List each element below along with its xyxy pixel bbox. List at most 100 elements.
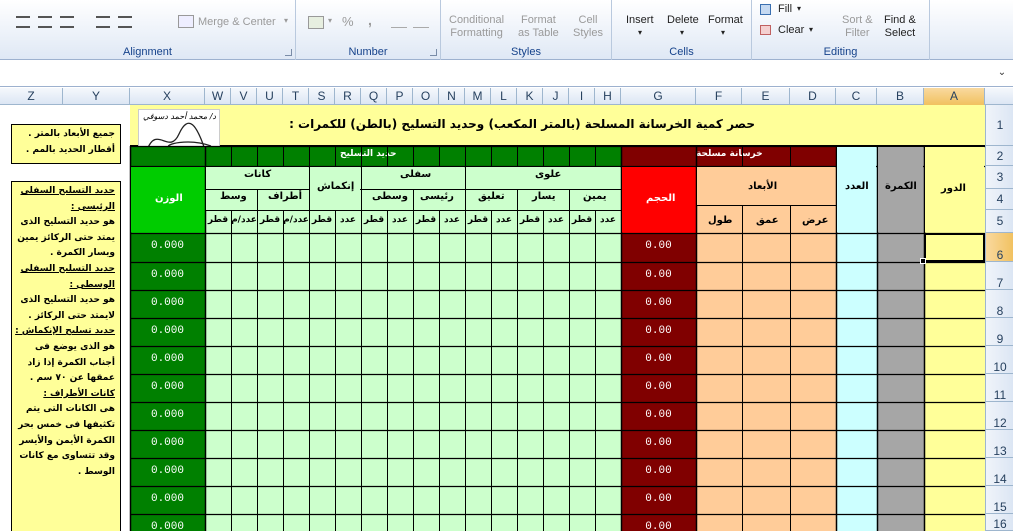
column-header-o[interactable]: O — [413, 88, 439, 105]
delete-button[interactable]: Delete — [667, 14, 699, 26]
row-header-14[interactable]: 14 — [986, 458, 1013, 486]
row-header-5[interactable]: 5 — [986, 210, 1013, 233]
weight-value[interactable]: 0.000 — [130, 353, 205, 365]
fill-dropdown-icon[interactable]: ▾ — [797, 4, 801, 13]
currency-icon[interactable] — [308, 16, 324, 29]
column-header-g[interactable]: G — [621, 88, 696, 105]
column-header-s[interactable]: S — [309, 88, 335, 105]
volume-value[interactable]: 0.00 — [621, 240, 696, 252]
weight-value[interactable]: 0.000 — [130, 381, 205, 393]
column-header-w[interactable]: W — [205, 88, 231, 105]
volume-value[interactable]: 0.00 — [621, 437, 696, 449]
weight-value[interactable]: 0.000 — [130, 325, 205, 337]
decrease-decimal-icon[interactable] — [413, 16, 429, 28]
weight-value[interactable]: 0.000 — [130, 269, 205, 281]
increase-decimal-icon[interactable] — [391, 16, 407, 28]
merge-center-icon[interactable] — [178, 15, 194, 28]
column-header-x[interactable]: X — [130, 88, 205, 105]
weight-value[interactable]: 0.000 — [130, 437, 205, 449]
column-header-i[interactable]: I — [569, 88, 595, 105]
row-header-6[interactable]: 6 — [986, 233, 1013, 262]
column-header-z[interactable]: Z — [0, 88, 63, 105]
weight-value[interactable]: 0.000 — [130, 409, 205, 421]
clear-dropdown-icon[interactable]: ▾ — [809, 25, 813, 34]
insert-dropdown-icon[interactable]: ▾ — [638, 28, 642, 37]
format-dropdown-icon[interactable]: ▾ — [721, 28, 725, 37]
volume-value[interactable]: 0.00 — [621, 381, 696, 393]
column-header-d[interactable]: D — [790, 88, 836, 105]
align-left-icon[interactable] — [16, 16, 30, 28]
formula-bar[interactable]: ⌄ — [0, 60, 1013, 87]
format-button[interactable]: Format — [708, 14, 743, 26]
volume-value[interactable]: 0.00 — [621, 493, 696, 505]
decrease-indent-icon[interactable] — [96, 16, 110, 28]
column-header-t[interactable]: T — [283, 88, 309, 105]
weight-value[interactable]: 0.000 — [130, 297, 205, 309]
weight-value[interactable]: 0.000 — [130, 521, 205, 531]
column-header-b[interactable]: B — [877, 88, 924, 105]
insert-button[interactable]: Insert — [626, 14, 654, 26]
column-header-v[interactable]: V — [231, 88, 257, 105]
row-header-16[interactable]: 16 — [986, 514, 1013, 531]
fill-handle[interactable] — [920, 258, 926, 264]
format-as-table-button[interactable]: Format as Table — [518, 14, 559, 40]
row-header-1[interactable]: 1 — [986, 105, 1013, 146]
column-header-k[interactable]: K — [517, 88, 543, 105]
alignment-launcher-icon[interactable] — [285, 49, 292, 56]
volume-value[interactable]: 0.00 — [621, 297, 696, 309]
delete-dropdown-icon[interactable]: ▾ — [680, 28, 684, 37]
align-right-icon[interactable] — [60, 16, 74, 28]
row-header-8[interactable]: 8 — [986, 290, 1013, 318]
find-select-button[interactable]: Find & Select — [884, 14, 916, 40]
column-header-m[interactable]: M — [465, 88, 491, 105]
conditional-formatting-button[interactable]: Conditional Formatting — [449, 14, 504, 40]
weight-value[interactable]: 0.000 — [130, 465, 205, 477]
column-header-l[interactable]: L — [491, 88, 517, 105]
fill-button[interactable]: Fill — [778, 3, 792, 15]
volume-value[interactable]: 0.00 — [621, 465, 696, 477]
column-header-q[interactable]: Q — [361, 88, 387, 105]
number-launcher-icon[interactable] — [430, 49, 437, 56]
column-header-c[interactable]: C — [836, 88, 877, 105]
column-header-p[interactable]: P — [387, 88, 413, 105]
merge-dropdown-icon[interactable]: ▾ — [284, 16, 288, 25]
volume-value[interactable]: 0.00 — [621, 409, 696, 421]
row-header-2[interactable]: 2 — [986, 146, 1013, 166]
weight-value[interactable]: 0.000 — [130, 493, 205, 505]
column-header-h[interactable]: H — [595, 88, 621, 105]
row-header-4[interactable]: 4 — [986, 189, 1013, 210]
column-header-u[interactable]: U — [257, 88, 283, 105]
cell-styles-button[interactable]: Cell Styles — [573, 14, 603, 40]
column-header-f[interactable]: F — [696, 88, 742, 105]
row-header-13[interactable]: 13 — [986, 430, 1013, 458]
column-header-j[interactable]: J — [543, 88, 569, 105]
row-header-15[interactable]: 15 — [986, 486, 1013, 514]
row-header-10[interactable]: 10 — [986, 346, 1013, 374]
volume-value[interactable]: 0.00 — [621, 325, 696, 337]
column-header-a[interactable]: A — [924, 88, 985, 105]
currency-dropdown-icon[interactable]: ▾ — [328, 16, 332, 25]
align-center-icon[interactable] — [38, 16, 52, 28]
percent-button[interactable]: % — [342, 14, 354, 29]
column-header-e[interactable]: E — [742, 88, 790, 105]
sort-filter-button[interactable]: Sort & Filter — [842, 14, 873, 40]
volume-value[interactable]: 0.00 — [621, 353, 696, 365]
active-cell[interactable] — [924, 233, 985, 262]
column-header-y[interactable]: Y — [63, 88, 130, 105]
volume-value[interactable]: 0.00 — [621, 521, 696, 531]
row-header-12[interactable]: 12 — [986, 402, 1013, 430]
row-header-7[interactable]: 7 — [986, 262, 1013, 290]
volume-value[interactable]: 0.00 — [621, 269, 696, 281]
increase-indent-icon[interactable] — [118, 16, 132, 28]
formula-expand-icon[interactable]: ⌄ — [995, 65, 1009, 81]
weight-value[interactable]: 0.000 — [130, 240, 205, 252]
cf-line2: Formatting — [450, 27, 503, 39]
comma-button[interactable]: , — [368, 12, 372, 28]
row-header-11[interactable]: 11 — [986, 374, 1013, 402]
column-header-r[interactable]: R — [335, 88, 361, 105]
row-header-3[interactable]: 3 — [986, 166, 1013, 189]
column-header-n[interactable]: N — [439, 88, 465, 105]
clear-button[interactable]: Clear — [778, 24, 804, 36]
merge-center-button[interactable]: Merge & Center — [198, 16, 276, 28]
row-header-9[interactable]: 9 — [986, 318, 1013, 346]
